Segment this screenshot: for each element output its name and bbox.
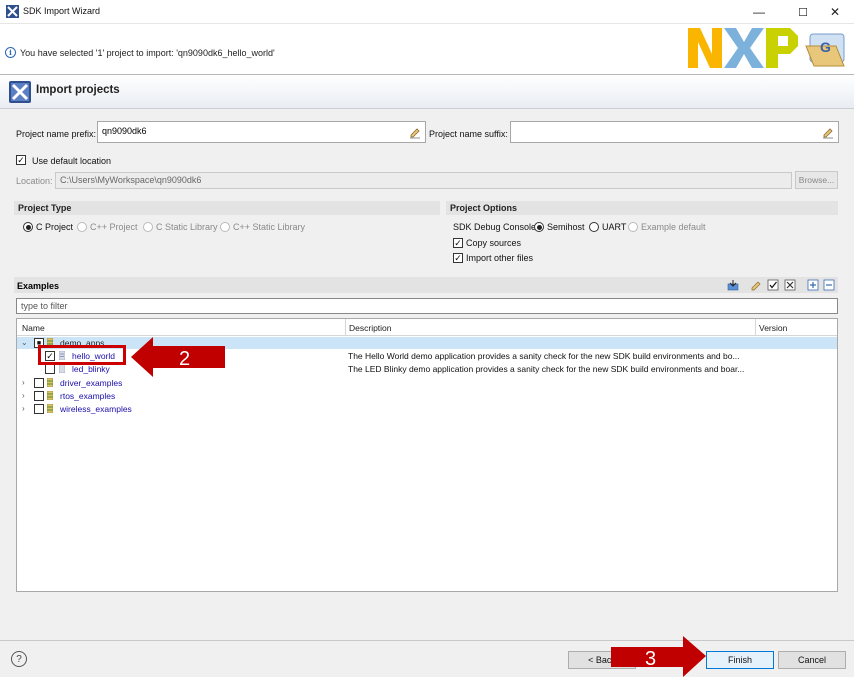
- c-static-library-label: C Static Library: [156, 222, 218, 232]
- c-project-label: C Project: [36, 222, 74, 232]
- help-icon[interactable]: ?: [11, 651, 27, 667]
- project-suffix-input[interactable]: [510, 121, 839, 143]
- cpp-project-label: C++ Project: [90, 222, 138, 232]
- section-title: Import projects: [36, 84, 120, 96]
- folder-icon: [47, 404, 53, 413]
- led-blinky-checkbox[interactable]: [45, 364, 55, 374]
- cpp-static-library-label: C++ Static Library: [233, 222, 306, 232]
- column-separator: [345, 319, 346, 336]
- expand-all-icon[interactable]: [807, 279, 819, 291]
- button-bar-divider: [0, 640, 854, 641]
- info-icon: i: [5, 47, 16, 58]
- folder-icon: [47, 391, 53, 400]
- cancel-button[interactable]: Cancel: [778, 651, 846, 669]
- folder-icon: [47, 378, 53, 387]
- chevron-right-icon[interactable]: ›: [22, 391, 25, 400]
- select-all-icon[interactable]: [767, 279, 779, 291]
- chevron-right-icon[interactable]: ›: [22, 378, 25, 387]
- chevron-down-icon[interactable]: ⌄: [21, 338, 28, 347]
- wireless-examples-label[interactable]: wireless_examples: [60, 404, 132, 414]
- highlight-box: [38, 345, 126, 365]
- tree-header: [17, 319, 837, 336]
- semihost-radio[interactable]: [534, 222, 544, 232]
- app-icon: [6, 5, 19, 18]
- project-icon: [59, 364, 65, 373]
- driver-examples-checkbox[interactable]: [34, 378, 44, 388]
- suffix-label: Project name suffix:: [429, 129, 508, 139]
- hello-world-description: The Hello World demo application provide…: [348, 351, 740, 361]
- import-other-files-checkbox[interactable]: ✓: [453, 253, 463, 263]
- window-title: SDK Import Wizard: [23, 6, 101, 16]
- chevron-right-icon[interactable]: ›: [22, 404, 25, 413]
- selection-info-text: You have selected '1' project to import:…: [20, 48, 275, 58]
- column-description[interactable]: Description: [349, 323, 392, 333]
- collapse-all-icon[interactable]: [823, 279, 835, 291]
- location-label: Location:: [16, 176, 53, 186]
- filter-input[interactable]: type to filter: [16, 298, 838, 314]
- uart-radio[interactable]: [589, 222, 599, 232]
- location-input[interactable]: C:\Users\MyWorkspace\qn9090dk6: [55, 172, 792, 189]
- browse-button[interactable]: Browse...: [795, 171, 838, 189]
- import-projects-icon: [9, 81, 31, 103]
- cpp-project-radio[interactable]: [77, 222, 87, 232]
- import-archive-icon[interactable]: [727, 279, 739, 291]
- edit-pencil-icon[interactable]: [408, 125, 422, 139]
- close-button[interactable]: ✕: [816, 0, 854, 24]
- examples-header: [14, 277, 838, 293]
- c-static-library-radio[interactable]: [143, 222, 153, 232]
- step-2-label: 2: [179, 348, 190, 370]
- led-blinky-description: The LED Blinky demo application provides…: [348, 364, 745, 374]
- wireless-examples-checkbox[interactable]: [34, 404, 44, 414]
- rtos-examples-checkbox[interactable]: [34, 391, 44, 401]
- finish-button[interactable]: Finish: [706, 651, 774, 669]
- prefix-label: Project name prefix:: [16, 129, 97, 139]
- edit-pencil-icon[interactable]: [821, 125, 835, 139]
- copy-sources-checkbox[interactable]: ✓: [453, 238, 463, 248]
- step-3-label: 3: [645, 648, 656, 670]
- minimize-button[interactable]: —: [740, 0, 778, 24]
- uart-label: UART: [602, 222, 627, 232]
- annotation-arrow-right: 3: [611, 636, 706, 677]
- led-blinky-label[interactable]: led_blinky: [72, 364, 110, 374]
- examples-title: Examples: [17, 281, 60, 291]
- rtos-examples-label[interactable]: rtos_examples: [60, 391, 115, 401]
- svg-text:G: G: [820, 39, 831, 55]
- column-separator: [755, 319, 756, 336]
- use-default-location-label: Use default location: [32, 156, 112, 166]
- column-name[interactable]: Name: [22, 323, 45, 333]
- cpp-static-library-radio[interactable]: [220, 222, 230, 232]
- use-default-location-checkbox[interactable]: ✓: [16, 155, 26, 165]
- project-options-header: Project Options: [446, 201, 838, 215]
- semihost-label: Semihost: [547, 222, 585, 232]
- window-title-bar[interactable]: [0, 0, 854, 24]
- import-other-files-label: Import other files: [466, 253, 534, 263]
- annotation-arrow-left: 2: [131, 337, 225, 377]
- example-default-radio[interactable]: [628, 222, 638, 232]
- column-version[interactable]: Version: [759, 323, 787, 333]
- project-type-header: Project Type: [14, 201, 440, 215]
- copy-sources-label: Copy sources: [466, 238, 522, 248]
- debug-console-label: SDK Debug Console: [453, 222, 537, 232]
- example-default-label: Example default: [641, 222, 706, 232]
- section-header: [0, 75, 854, 109]
- nxp-logo-icon: G: [688, 28, 845, 68]
- project-prefix-input[interactable]: qn9090dk6: [97, 121, 426, 143]
- deselect-all-icon[interactable]: [784, 279, 796, 291]
- c-project-radio[interactable]: [23, 222, 33, 232]
- edit-pencil-icon[interactable]: [750, 279, 762, 291]
- driver-examples-label[interactable]: driver_examples: [60, 378, 122, 388]
